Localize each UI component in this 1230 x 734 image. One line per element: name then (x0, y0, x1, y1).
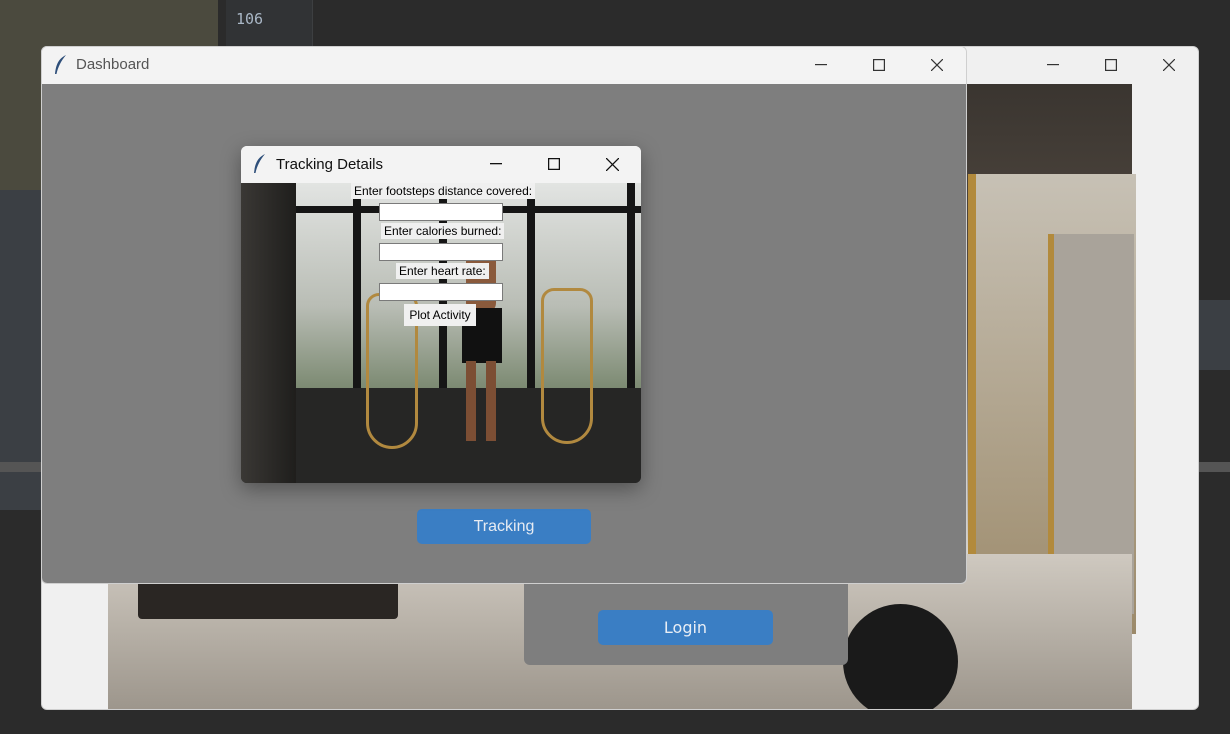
login-window-controls (1024, 47, 1198, 83)
close-icon[interactable] (1140, 47, 1198, 83)
line-number: 106 (236, 10, 264, 28)
mirror-image (241, 183, 296, 483)
tracking-button[interactable]: Tracking (417, 509, 591, 544)
close-icon[interactable] (908, 47, 966, 83)
minimize-icon[interactable] (467, 146, 525, 182)
calories-input[interactable] (379, 243, 503, 261)
window-frame-bar (627, 183, 635, 388)
tracking-body: Enter footsteps distance covered: Enter … (241, 183, 641, 483)
tracking-window-controls (467, 146, 641, 182)
window-title: Dashboard (76, 56, 150, 73)
maximize-icon[interactable] (1082, 47, 1140, 83)
login-button[interactable]: Login (598, 610, 773, 645)
footsteps-label: Enter footsteps distance covered: (351, 183, 536, 199)
maximize-icon[interactable] (850, 47, 908, 83)
feather-icon (253, 154, 267, 174)
weight-plate-image (843, 604, 958, 709)
dashboard-window-controls (792, 47, 966, 83)
heart-rate-input[interactable] (379, 283, 503, 301)
editor-scroll-region (1197, 300, 1230, 370)
plot-activity-button[interactable]: Plot Activity (404, 304, 476, 326)
feather-icon (54, 55, 68, 75)
person-leg (466, 361, 476, 441)
window-frame-bar (527, 183, 535, 388)
person-leg (486, 361, 496, 441)
exercise-bike-image (541, 288, 593, 444)
tracking-titlebar: Tracking Details (241, 146, 641, 182)
dashboard-titlebar: Dashboard (42, 47, 966, 83)
window-title: Tracking Details (276, 156, 383, 173)
heart-rate-label: Enter heart rate: (396, 263, 489, 279)
calories-label: Enter calories burned: (381, 223, 505, 239)
tracking-details-window: Tracking Details Enter footsteps distanc… (241, 146, 641, 483)
maximize-icon[interactable] (525, 146, 583, 182)
window-frame-bar (353, 183, 361, 388)
close-icon[interactable] (583, 146, 641, 182)
login-panel: Login (524, 584, 848, 665)
minimize-icon[interactable] (1024, 47, 1082, 83)
minimize-icon[interactable] (792, 47, 850, 83)
footsteps-input[interactable] (379, 203, 503, 221)
